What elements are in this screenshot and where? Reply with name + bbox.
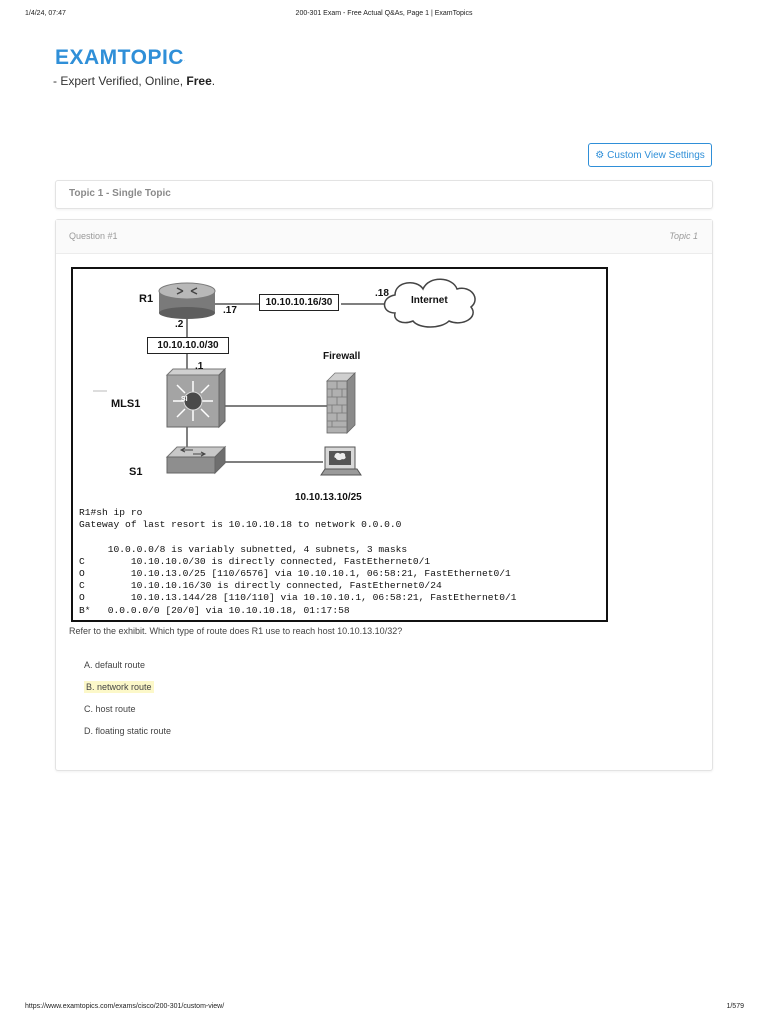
- firewall-icon: [326, 372, 356, 434]
- console-line: R1#sh ip ro: [79, 507, 143, 518]
- mls1-ip: .1: [195, 361, 204, 372]
- console-line: Gateway of last resort is 10.10.10.18 to…: [79, 519, 402, 531]
- examtopics-logo[interactable]: EXAMTOPICS: [55, 44, 198, 70]
- print-page: 1/579: [726, 1003, 744, 1010]
- tagline: - Expert Verified, Online, Free.: [53, 74, 215, 88]
- s1-label: S1: [129, 466, 143, 478]
- choice-b[interactable]: B. network route: [84, 681, 171, 703]
- choice-d[interactable]: D. floating static route: [84, 725, 171, 747]
- custom-view-settings-button[interactable]: ⚙ Custom View Settings: [588, 143, 712, 167]
- router-icon: [158, 282, 216, 319]
- question-number: Question #1: [69, 231, 118, 241]
- firewall-label: Firewall: [323, 351, 361, 362]
- answer-choices: A. default route B. network route C. hos…: [84, 659, 171, 747]
- question-card: Question #1 Topic 1 R1 .17 .2 10.10.10.1…: [55, 219, 713, 771]
- console-line: B* 0.0.0.0/0 [20/0] via 10.10.10.18, 01:…: [79, 604, 350, 616]
- console-line: 10.0.0.0/8 is variably subnetted, 4 subn…: [79, 543, 408, 555]
- mls1-badge: SI: [181, 396, 188, 403]
- mls1-label: MLS1: [111, 398, 141, 410]
- gear-icon: ⚙: [595, 149, 605, 161]
- internet-ip: .18: [375, 288, 389, 299]
- print-url: https://www.examtopics.com/exams/cisco/2…: [25, 1003, 225, 1010]
- internet-label: Internet: [411, 295, 448, 306]
- choice-label: D. floating static route: [84, 726, 172, 736]
- tagline-prefix: - Expert Verified, Online,: [53, 74, 187, 88]
- console-line: C 10.10.10.0/30 is directly connected, F…: [79, 555, 431, 567]
- question-header: Question #1 Topic 1: [56, 220, 712, 254]
- choice-label: A. default route: [84, 660, 146, 670]
- choice-c[interactable]: C. host route: [84, 703, 171, 725]
- multilayer-switch-icon: [165, 367, 227, 429]
- print-title: 200-301 Exam - Free Actual Q&As, Page 1 …: [295, 10, 473, 17]
- console-line: O 10.10.13.0/25 [110/6576] via 10.10.10.…: [79, 568, 511, 580]
- host-label: 10.10.13.10/25: [295, 492, 362, 503]
- tagline-bold: Free: [186, 74, 212, 88]
- topic-title[interactable]: Topic 1 - Single Topic: [69, 188, 171, 199]
- wan-subnet-box: 10.10.10.16/30: [259, 294, 339, 311]
- logo-text: EXAMTOPICS: [55, 46, 185, 69]
- router-console-output: R1#sh ip ro Gateway of last resort is 10.…: [79, 507, 517, 617]
- choice-a[interactable]: A. default route: [84, 659, 171, 681]
- r1-lan-ip: .2: [175, 319, 184, 330]
- exhibit-image: R1 .17 .2 10.10.10.16/30 .18 Internet 10…: [71, 267, 608, 622]
- r1-label: R1: [139, 293, 154, 305]
- lan-subnet-box: 10.10.10.0/30: [147, 337, 229, 354]
- computer-icon: [320, 446, 362, 476]
- switch-icon: [165, 445, 227, 475]
- r1-wan-ip: .17: [223, 305, 237, 316]
- custom-view-settings-label: Custom View Settings: [607, 149, 705, 161]
- question-text: Refer to the exhibit. Which type of rout…: [69, 626, 403, 636]
- logo-svg: EXAMTOPICS: [55, 46, 198, 69]
- console-line: O 10.10.13.144/28 [110/110] via 10.10.10…: [79, 592, 517, 604]
- choice-label: C. host route: [84, 704, 136, 714]
- console-line: C 10.10.10.16/30 is directly connected, …: [79, 580, 442, 592]
- tagline-suffix: .: [211, 74, 216, 88]
- choice-label-highlighted: B. network route: [84, 681, 154, 693]
- question-topic: Topic 1: [669, 231, 698, 241]
- topic-card: Topic 1 - Single Topic: [55, 180, 713, 209]
